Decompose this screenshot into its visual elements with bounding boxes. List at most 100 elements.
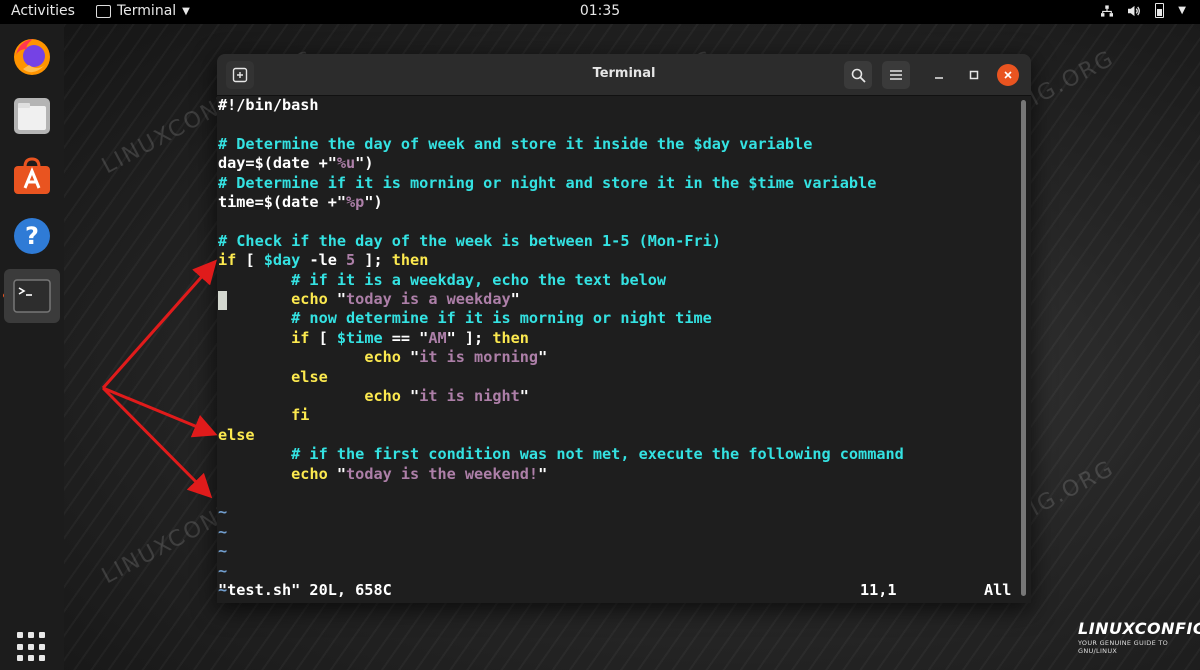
vim-status-line: "test.sh" 20L, 658C 11,1 All <box>218 581 1018 600</box>
firefox-launcher[interactable] <box>8 32 56 80</box>
code-token: ~ <box>218 522 228 541</box>
scrollbar[interactable] <box>1021 100 1026 596</box>
code-token: # Determine the day of week and store it… <box>218 134 813 153</box>
editor-line: echo "it is night" <box>218 387 529 406</box>
code-token: it is night <box>419 387 520 405</box>
editor-line: echo "it is morning" <box>218 348 547 367</box>
menu-button[interactable] <box>882 61 910 89</box>
code-token: " ]; <box>446 328 493 347</box>
linuxconfig-logo: LINUXCONFIG.org YOUR GENUINE GUIDE TO GN… <box>1078 619 1200 655</box>
app-menu[interactable]: Terminal ▼ <box>96 3 190 19</box>
code-token: ~ <box>218 542 228 561</box>
terminal-icon <box>13 279 51 313</box>
editor-line: ~ <box>218 542 227 561</box>
code-token: ]; <box>355 251 392 270</box>
status-scroll-position: All <box>984 581 1012 599</box>
terminal-icon <box>96 4 111 18</box>
code-token: " <box>400 387 420 405</box>
app-menu-label: Terminal <box>117 3 177 19</box>
network-icon <box>1101 4 1114 17</box>
code-token: today is the weekend! <box>346 464 539 483</box>
code-token: then <box>492 328 529 347</box>
editor-line: day=$(date +"%u") <box>218 154 373 173</box>
code-token: " <box>519 387 529 405</box>
code-token: %u <box>336 154 356 173</box>
code-token: ~ <box>218 503 228 522</box>
code-token: " <box>510 290 520 308</box>
code-token: echo <box>364 348 401 367</box>
editor-line: else <box>218 368 328 387</box>
editor-line: if [ $day -le 5 ]; then <box>218 251 428 270</box>
code-token: -le <box>300 251 347 270</box>
editor-line: ~ <box>218 503 227 522</box>
help-launcher[interactable]: ? <box>8 212 56 260</box>
code-token: it is morning <box>419 348 539 367</box>
software-launcher[interactable] <box>8 152 56 200</box>
editor-line: ~ <box>218 523 227 542</box>
editor-line: else <box>218 426 255 445</box>
code-token: " <box>538 464 548 483</box>
code-token: %p <box>346 193 365 211</box>
editor-line: echo "today is the weekend!" <box>218 465 547 484</box>
clock[interactable]: 01:35 <box>580 3 620 19</box>
firefox-icon <box>14 39 50 75</box>
code-token: if <box>218 251 237 270</box>
title-bar[interactable]: Terminal <box>217 54 1031 96</box>
terminal-launcher[interactable] <box>4 269 60 323</box>
code-token: else <box>291 367 328 386</box>
code-token: if <box>291 328 310 347</box>
search-button[interactable] <box>844 61 872 89</box>
files-launcher[interactable] <box>8 92 56 140</box>
code-token: # if the first condition was not met, ex… <box>218 445 904 464</box>
editor-line: # Check if the day of the week is betwee… <box>218 232 721 251</box>
code-token: " <box>400 348 420 367</box>
editor-line: # Determine the day of week and store it… <box>218 135 812 154</box>
battery-icon <box>1155 3 1165 18</box>
editor-line: # if the first condition was not met, ex… <box>218 445 904 464</box>
code-token: " <box>538 348 548 367</box>
code-token: AM <box>428 328 447 347</box>
editor-line: echo "today is a weekday" <box>218 290 520 309</box>
code-token: echo <box>364 387 401 405</box>
close-icon <box>1004 71 1012 79</box>
svg-text:?: ? <box>25 222 39 250</box>
code-token: 5 <box>346 251 356 270</box>
code-token: " <box>327 290 347 308</box>
status-file-info: "test.sh" 20L, 658C <box>218 581 392 599</box>
close-button[interactable] <box>997 64 1019 86</box>
code-token: time=$(date +" <box>218 193 347 211</box>
text-cursor <box>218 291 227 310</box>
show-applications-icon[interactable] <box>17 632 47 662</box>
editor-line: if [ $time == "AM" ]; then <box>218 329 529 348</box>
code-token: echo <box>291 290 328 308</box>
system-tray[interactable]: ▼ <box>1101 3 1186 18</box>
editor-line: # if it is a weekday, echo the text belo… <box>218 271 666 290</box>
minimize-button[interactable] <box>928 64 950 86</box>
dock: ? <box>0 24 64 670</box>
code-token: == " <box>382 328 429 347</box>
maximize-button[interactable] <box>963 64 985 86</box>
code-token: fi <box>291 406 310 425</box>
folder-icon <box>14 98 50 134</box>
maximize-icon <box>969 70 979 80</box>
logo-tagline: YOUR GENUINE GUIDE TO GNU/LINUX <box>1078 639 1169 655</box>
code-token: ") <box>364 193 383 211</box>
code-token: # if it is a weekday, echo the text belo… <box>218 270 667 289</box>
editor-line: # now determine if it is morning or nigh… <box>218 309 712 328</box>
search-icon <box>851 68 866 83</box>
minimize-icon <box>935 77 943 79</box>
code-token: echo <box>291 464 328 483</box>
vim-editor[interactable]: #!/bin/bash # Determine the day of week a… <box>217 96 1031 603</box>
code-token: # now determine if it is morning or nigh… <box>218 309 712 328</box>
code-token: # Determine if it is morning or night an… <box>218 173 877 192</box>
logo-text: LINUXCONFIG.org <box>1078 619 1200 638</box>
code-token: today is a weekday <box>346 290 511 308</box>
code-token: # Check if the day of the week is betwee… <box>218 231 721 250</box>
top-bar: Activities Terminal ▼ 01:35 ▼ <box>0 0 1200 24</box>
activities-button[interactable]: Activities <box>11 3 75 19</box>
code-token: day=$(date +" <box>218 154 337 173</box>
editor-line: # Determine if it is morning or night an… <box>218 174 876 193</box>
